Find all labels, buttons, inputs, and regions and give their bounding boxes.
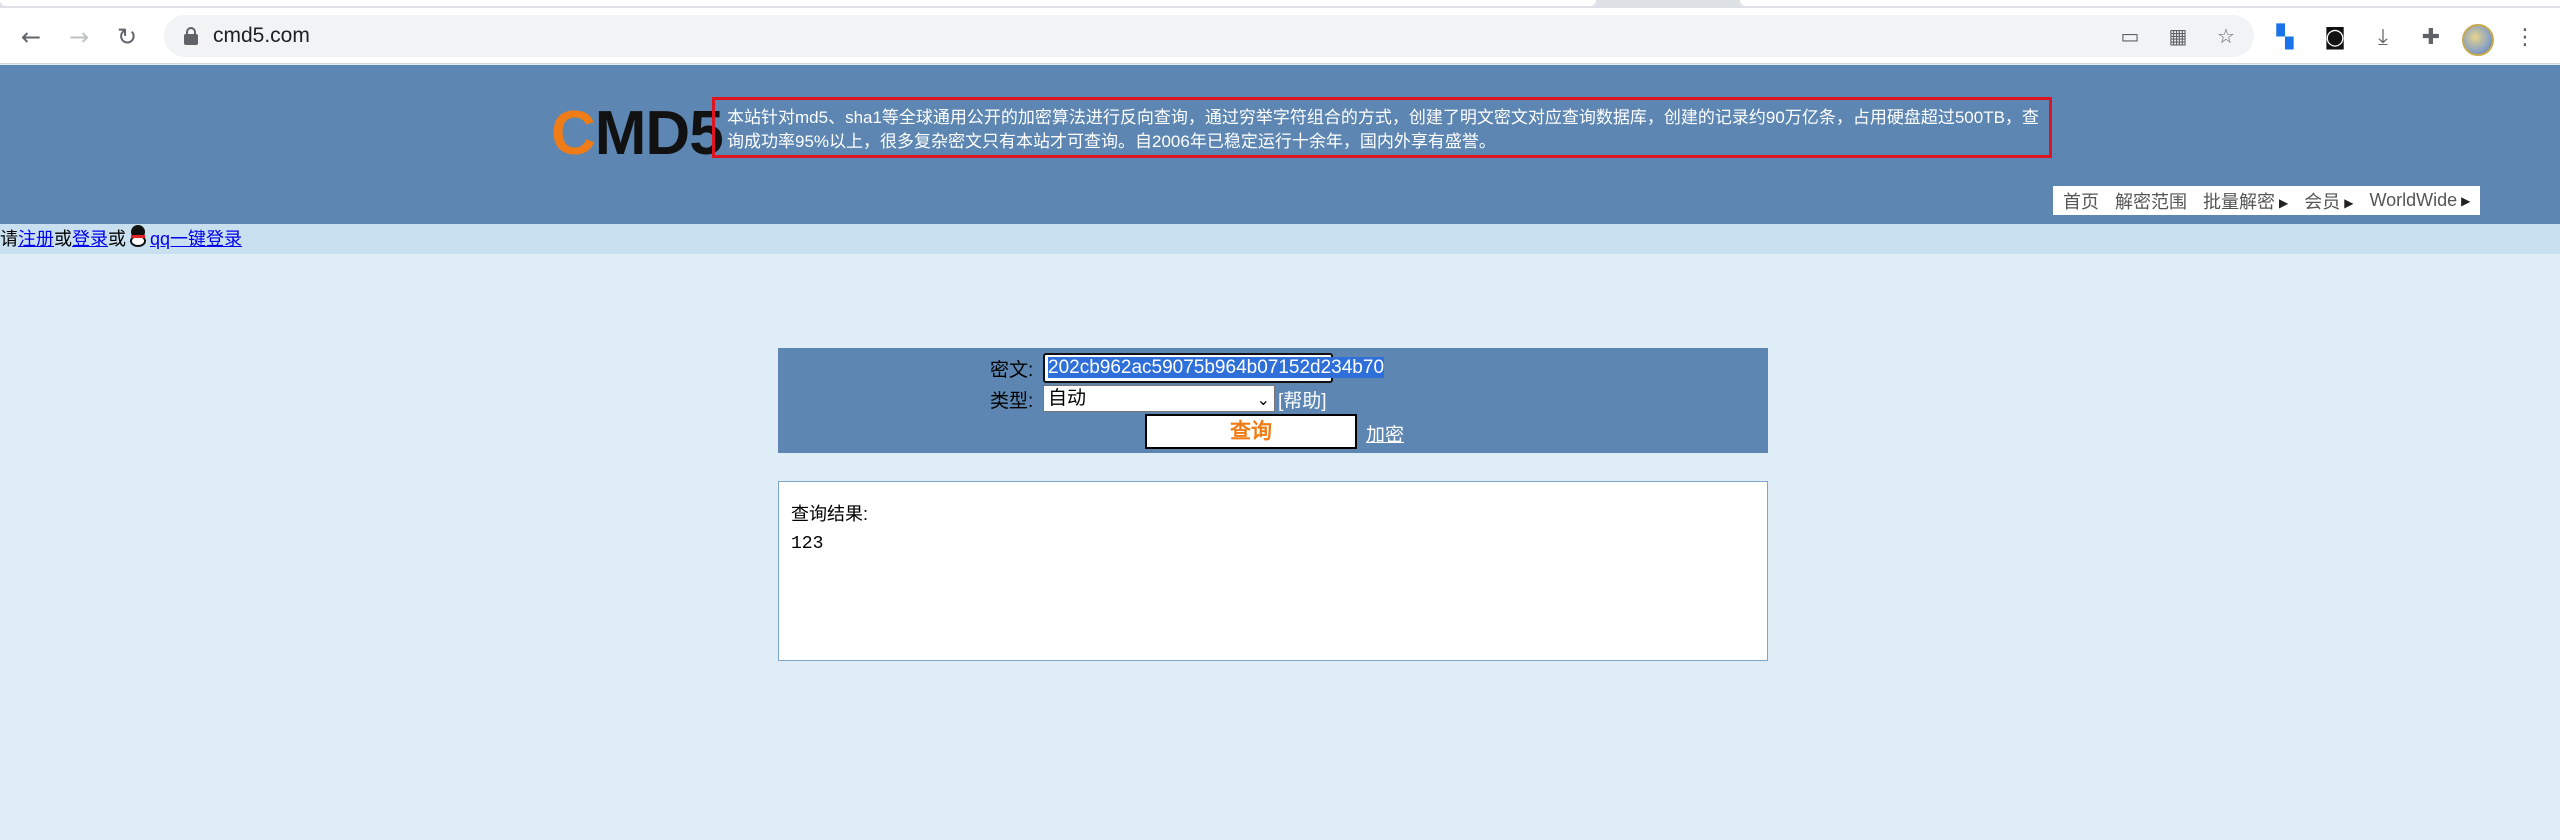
nav-label: 解密范围: [2115, 191, 2187, 212]
nav-home[interactable]: 首页: [2063, 188, 2099, 214]
login-bar: 请注册或登录或 qq一键登录: [0, 224, 2560, 254]
site-header: CMD5 本站针对md5、sha1等全球通用公开的加密算法进行反向查询，通过穷举…: [0, 65, 2560, 224]
extension-icon[interactable]: ◙: [2322, 24, 2348, 50]
site-logo[interactable]: CMD5: [551, 99, 724, 168]
result-label: 查询结果:: [791, 504, 869, 524]
type-select-value: 自动: [1048, 388, 1087, 409]
reload-icon[interactable]: ↻: [112, 22, 142, 52]
cipher-input[interactable]: 202cb962ac59075b964b07152d234b70: [1043, 353, 1385, 383]
result-panel: 查询结果: 123: [778, 481, 1768, 661]
login-or-text: 或: [54, 229, 72, 249]
triangle-right-icon: ▶: [2344, 195, 2354, 210]
cast-icon[interactable]: ▭: [2118, 24, 2142, 48]
browser-tab-strip: [0, 0, 2560, 8]
lock-icon[interactable]: [184, 27, 198, 45]
site-nav: 首页 解密范围 批量解密 ▶ 会员 ▶ WorldWide ▶: [2053, 186, 2481, 215]
login-link[interactable]: 登录: [72, 229, 108, 249]
browser-tab[interactable]: [1740, 0, 2560, 6]
profile-avatar[interactable]: [2462, 24, 2494, 56]
encrypt-link[interactable]: 加密: [1366, 420, 1404, 447]
bookmark-star-icon[interactable]: ☆: [2214, 24, 2238, 48]
back-arrow-icon[interactable]: ←: [16, 22, 46, 52]
app-grid-icon[interactable]: ▦: [2166, 24, 2190, 48]
qq-penguin-icon[interactable]: [128, 225, 148, 249]
url-text[interactable]: cmd5.com: [213, 24, 310, 48]
logo-c: C: [551, 99, 596, 168]
browser-tab[interactable]: [0, 0, 1596, 6]
qq-login-link[interactable]: qq一键登录: [150, 229, 242, 249]
download-icon[interactable]: ⤓: [2370, 24, 2396, 50]
nav-label: WorldWide: [2369, 190, 2458, 210]
query-button[interactable]: 查询: [1145, 414, 1357, 449]
extension-icon[interactable]: ▚: [2272, 24, 2298, 50]
register-link[interactable]: 注册: [18, 229, 54, 249]
triangle-right-icon: ▶: [2279, 195, 2289, 210]
help-link[interactable]: [帮助]: [1278, 386, 1327, 413]
nav-batch-decrypt[interactable]: 批量解密 ▶: [2203, 188, 2288, 214]
nav-member[interactable]: 会员 ▶: [2304, 188, 2353, 214]
puzzle-icon[interactable]: ✚: [2418, 24, 2444, 50]
nav-label: 首页: [2063, 191, 2099, 212]
nav-label: 批量解密: [2203, 191, 2275, 212]
nav-label: 会员: [2304, 191, 2341, 212]
type-select[interactable]: 自动 ⌄: [1043, 385, 1275, 412]
address-bar[interactable]: cmd5.com ▭ ▦ ☆: [164, 15, 2254, 57]
type-label: 类型:: [990, 391, 1034, 412]
query-form: 密文: 202cb962ac59075b964b07152d234b70 类型:…: [778, 348, 1768, 453]
logo-md5: MD5: [594, 99, 724, 168]
result-value: 123: [791, 534, 824, 554]
forward-arrow-icon[interactable]: →: [64, 22, 94, 52]
cipher-label: 密文:: [990, 360, 1034, 381]
cipher-input-value: 202cb962ac59075b964b07152d234b70: [1048, 357, 1385, 378]
kebab-menu-icon[interactable]: ⋮: [2512, 24, 2538, 50]
site-notice: 本站针对md5、sha1等全球通用公开的加密算法进行反向查询，通过穷举字符组合的…: [712, 97, 2052, 158]
nav-decrypt-range[interactable]: 解密范围: [2115, 188, 2187, 214]
login-or-text: 或: [108, 229, 126, 249]
login-please-text: 请: [0, 229, 18, 249]
nav-worldwide[interactable]: WorldWide ▶: [2369, 190, 2470, 211]
triangle-right-icon: ▶: [2461, 194, 2471, 208]
browser-toolbar: ← → ↻ cmd5.com ▭ ▦ ☆ ▚ ◙ ⤓ ✚ ⋮: [0, 8, 2560, 64]
chevron-down-icon: ⌄: [1256, 390, 1270, 409]
